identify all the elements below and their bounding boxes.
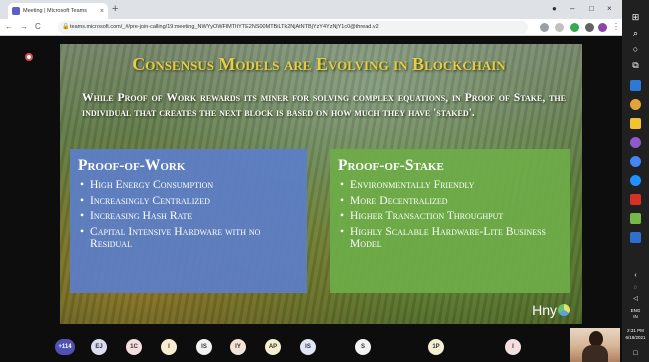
profile-icon[interactable]: ●	[552, 3, 557, 15]
green-app-icon[interactable]	[630, 213, 641, 224]
windows-start-icon[interactable]: ⊞	[622, 12, 649, 23]
url-text: teams.microsoft.com/_#/pre-join-calling/…	[70, 24, 379, 30]
pos-title: Proof-of-Stake	[338, 157, 444, 174]
region-indicator[interactable]: IN	[622, 314, 649, 320]
brand-logo: Hny	[532, 302, 570, 318]
more-participants-badge[interactable]: +114	[55, 339, 75, 355]
proof-of-stake-box: Proof-of-Stake Environmentally Friendly …	[330, 149, 570, 293]
address-bar[interactable]: 🔒 teams.microsoft.com/_#/pre-join-callin…	[58, 21, 528, 34]
self-video-tile[interactable]	[570, 328, 620, 362]
pos-item: Environmentally Friendly	[338, 178, 562, 192]
browser-menu-icon[interactable]: ⋮	[612, 21, 620, 33]
pow-item: Increasingly Centralized	[78, 194, 299, 208]
browser-tab[interactable]: Meeting | Microsoft Teams ×	[8, 3, 108, 19]
close-window-button[interactable]: ×	[607, 3, 612, 15]
participant-avatar[interactable]: EJ	[91, 339, 107, 355]
pos-item: Highly Scalable Hardware-Lite Business M…	[338, 225, 562, 251]
browser-tab-bar: Meeting | Microsoft Teams × + ● – □ ×	[0, 0, 622, 19]
pow-list: High Energy Consumption Increasingly Cen…	[78, 178, 299, 251]
bookmark-star-icon[interactable]	[555, 23, 564, 32]
slide-subtitle: While Proof of Work rewards its miner fo…	[82, 91, 566, 119]
brand-text: Hny	[532, 302, 557, 318]
clock-date[interactable]: 6/18/2021	[622, 335, 649, 341]
maximize-button[interactable]: □	[589, 3, 594, 15]
vscode-icon[interactable]	[630, 80, 641, 91]
profile-avatar-icon[interactable]	[598, 23, 607, 32]
minimize-button[interactable]: –	[570, 3, 574, 15]
recording-indicator-icon	[25, 53, 33, 61]
proof-of-work-box: Proof-of-Work High Energy Consumption In…	[70, 149, 307, 293]
participant-avatar[interactable]: I	[161, 339, 177, 355]
notifications-icon[interactable]: □	[622, 348, 649, 359]
tab-close-icon[interactable]: ×	[100, 8, 104, 15]
brand-mark-icon	[558, 304, 570, 316]
pow-item: High Energy Consumption	[78, 178, 299, 192]
show-hidden-icons-icon[interactable]: ‹	[622, 270, 649, 281]
blue-app-icon[interactable]	[630, 232, 641, 243]
reload-button[interactable]: C	[35, 21, 41, 33]
cast-icon[interactable]	[540, 23, 549, 32]
shared-slide: Consensus Models are Evolving in Blockch…	[60, 44, 582, 324]
participant-avatar[interactable]: I	[505, 339, 521, 355]
extensions-puzzle-icon[interactable]	[585, 23, 594, 32]
chrome-active-icon[interactable]	[630, 156, 641, 167]
pow-item: Increasing Hash Rate	[78, 209, 299, 223]
back-button[interactable]: ←	[5, 21, 13, 33]
participant-avatar[interactable]: IY	[230, 339, 246, 355]
clock-time[interactable]: 2:31 PM	[622, 328, 649, 334]
participant-strip: +114 EJ 1C I IS IY AP IS S 1P I	[0, 326, 622, 362]
extension-check-icon[interactable]	[570, 23, 579, 32]
participant-avatar[interactable]: S	[355, 339, 371, 355]
pow-item: Capital Intensive Hardware with no Resid…	[78, 225, 299, 251]
pow-title: Proof-of-Work	[78, 157, 186, 174]
participant-avatar[interactable]: 1C	[126, 339, 142, 355]
screen: Meeting | Microsoft Teams × + ● – □ × ← …	[0, 0, 649, 362]
slide-title: Consensus Models are Evolving in Blockch…	[132, 54, 506, 74]
skype-icon[interactable]	[630, 175, 641, 186]
cortana-icon[interactable]: ○	[622, 44, 649, 55]
forward-button[interactable]: →	[20, 21, 28, 33]
participant-avatar[interactable]: IS	[300, 339, 316, 355]
windows-taskbar: ⊞ ⌕ ○ ⧉ ‹ ◌ ◁ ENG IN 2:31 PM 6/18/2021 □	[622, 0, 649, 362]
chrome-icon[interactable]	[630, 99, 641, 110]
tab-title: Meeting | Microsoft Teams	[23, 8, 87, 14]
app-icon[interactable]	[630, 137, 641, 148]
file-explorer-icon[interactable]	[630, 118, 641, 129]
volume-icon[interactable]: ◁	[622, 294, 649, 305]
participant-avatar[interactable]: IS	[196, 339, 212, 355]
new-tab-button[interactable]: +	[112, 3, 118, 16]
pos-list: Environmentally Friendly More Decentrali…	[338, 178, 562, 251]
pos-item: More Decentralized	[338, 194, 562, 208]
self-video-person-body	[582, 345, 608, 362]
teams-icon	[12, 7, 20, 15]
meeting-stage: Consensus Models are Evolving in Blockch…	[0, 36, 622, 326]
red-app-icon[interactable]	[630, 194, 641, 205]
participant-avatar[interactable]: AP	[265, 339, 281, 355]
lock-icon: 🔒	[62, 24, 70, 30]
search-icon[interactable]: ⌕	[622, 28, 649, 39]
task-view-icon[interactable]: ⧉	[622, 60, 649, 71]
participant-avatar[interactable]: 1P	[428, 339, 444, 355]
network-icon[interactable]: ◌	[622, 283, 649, 294]
browser-toolbar: ← → C 🔒 teams.microsoft.com/_#/pre-join-…	[0, 19, 622, 36]
pos-item: Higher Transaction Throughput	[338, 209, 562, 223]
